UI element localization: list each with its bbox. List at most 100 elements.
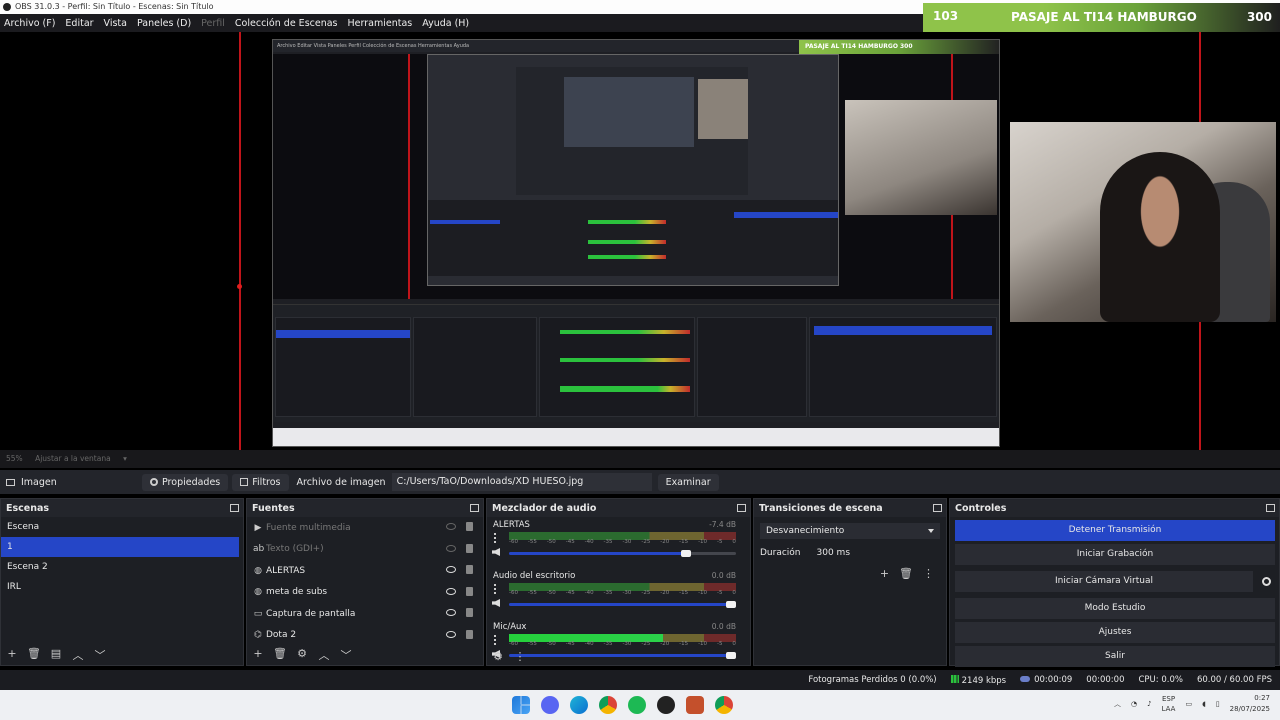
menu-dots-icon[interactable]: ⋮ [513,650,527,663]
obs-logo-icon [3,3,11,11]
move-down-icon[interactable]: ﹀ [339,647,353,663]
scene-item-selected[interactable]: 1 [1,537,239,557]
chevron-down-icon[interactable]: ▾ [123,454,127,463]
lock-icon[interactable] [466,565,473,574]
eye-icon[interactable] [446,609,456,616]
undock-icon[interactable] [230,504,239,512]
volume-slider[interactable] [509,601,736,608]
channel-menu-icon[interactable] [494,533,497,543]
scene-item[interactable]: Escena 2 [1,557,243,577]
mic-icon[interactable]: ♪ [1147,700,1151,708]
undock-icon[interactable] [737,504,746,512]
window-title: OBS 31.0.3 - Perfil: Sin Título - Escena… [15,2,214,11]
filter-icon[interactable]: ▤ [49,647,63,663]
slider-knob[interactable] [726,601,736,608]
menu-editar[interactable]: Editar [65,18,93,29]
scene-item[interactable]: Escena [1,517,243,537]
menu-herramientas[interactable]: Herramientas [348,18,413,29]
eye-icon[interactable] [446,630,456,638]
discord-icon[interactable] [541,696,559,714]
eye-off-icon[interactable] [446,523,456,530]
speaker-icon[interactable] [492,548,500,556]
clock[interactable]: 0:27 28/07/2025 [1230,693,1270,715]
eye-icon[interactable] [446,587,456,595]
menu-paneles[interactable]: Paneles (D) [137,18,191,29]
meter-tick: -50 [546,539,556,545]
edge-icon[interactable] [570,696,588,714]
bitrate: 2149 kbps [961,675,1007,686]
scene-item[interactable]: IRL [1,577,243,597]
game-icon[interactable] [686,696,704,714]
image-path-field[interactable]: C:/Users/TaO/Downloads/XD HUESO.jpg [391,473,652,491]
lock-icon[interactable] [466,629,473,639]
chevron-up-icon[interactable]: ︿ [1114,699,1121,709]
undock-icon[interactable] [470,504,479,512]
menu-coleccion-escenas[interactable]: Colección de Escenas [235,18,338,29]
add-icon[interactable]: + [880,567,889,580]
zoom-fit-label[interactable]: Ajustar a la ventana [35,454,111,463]
chrome-icon[interactable] [715,696,733,714]
obs-taskbar-icon[interactable] [657,696,675,714]
menu-ayuda[interactable]: Ayuda (H) [422,18,469,29]
add-icon[interactable]: + [5,647,19,663]
undock-icon[interactable] [933,504,942,512]
lock-icon[interactable] [466,543,473,553]
channel-menu-icon[interactable] [494,584,497,594]
eye-icon[interactable] [446,566,456,573]
add-icon[interactable]: + [251,647,265,663]
move-up-icon[interactable]: ︿ [317,647,331,663]
menu-perfil[interactable]: Perfil [201,18,225,29]
source-item[interactable]: ⌬ Dota 2 [247,625,483,647]
source-context-bar: Imagen Propiedades Filtros Archivo de im… [0,470,1280,494]
menu-archivo[interactable]: Archivo (F) [4,18,55,29]
move-down-icon[interactable]: ﹀ [93,647,107,663]
eye-off-icon[interactable] [446,544,456,552]
browse-button[interactable]: Examinar [657,473,719,491]
nested-stop-button [814,326,992,335]
trash-icon[interactable]: 🗑 [273,647,287,663]
lock-icon[interactable] [466,522,473,531]
lock-icon[interactable] [466,608,473,617]
preview-canvas[interactable]: Archivo Editar Vista Paneles Perfil Cole… [0,32,1280,450]
source-item[interactable]: ▭ Captura de pantalla [247,603,483,625]
slider-knob[interactable] [726,652,736,659]
battery-icon[interactable]: ▯ [1216,700,1220,708]
gear-icon[interactable]: ⚙ [295,647,309,663]
volume-icon[interactable]: ◖ [1202,700,1206,708]
start-virtual-camera-button[interactable]: Iniciar Cámara Virtual [955,571,1253,592]
filters-button[interactable]: Filtros [232,473,289,491]
source-item[interactable]: ◍ meta de subs [247,582,483,604]
exit-button[interactable]: Salir [955,646,1275,667]
transition-select[interactable]: Desvanecimiento [760,523,940,539]
channel-menu-icon[interactable] [494,635,497,645]
menu-dots-icon[interactable]: ⋮ [923,567,934,580]
display-icon[interactable]: ▭ [1185,700,1192,708]
speaker-icon[interactable] [492,599,500,607]
lock-icon[interactable] [466,586,473,596]
vcam-settings-button[interactable] [1257,573,1275,591]
volume-slider[interactable] [509,652,736,659]
zoom-percent[interactable]: 55% [6,454,23,463]
advanced-audio-icon[interactable]: ⚙ [491,650,505,663]
studio-mode-button[interactable]: Modo Estudio [955,598,1275,619]
windows-start-icon[interactable] [512,696,530,714]
trash-icon[interactable]: 🗑 [899,567,913,580]
menu-vista[interactable]: Vista [104,18,127,29]
volume-slider[interactable] [509,550,736,557]
undock-icon[interactable] [1266,504,1275,512]
source-item[interactable]: ◍ ALERTAS [247,560,483,582]
settings-button[interactable]: Ajustes [955,622,1275,643]
chrome-icon[interactable] [599,696,617,714]
language-indicator[interactable]: ESP LAA [1162,694,1176,714]
source-item[interactable]: ab Texto (GDI+) [247,539,483,561]
spotify-icon[interactable] [628,696,646,714]
network-icon[interactable]: ◔ [1131,700,1137,708]
start-recording-button[interactable]: Iniciar Grabación [955,544,1275,565]
duration-input[interactable]: 300 ms [811,545,940,561]
move-up-icon[interactable]: ︿ [71,647,85,663]
stop-stream-button[interactable]: Detener Transmisión [955,520,1275,541]
trash-icon[interactable]: 🗑 [27,647,41,663]
slider-knob[interactable] [680,550,691,557]
source-item[interactable]: ▶ Fuente multimedia [247,517,483,539]
properties-button[interactable]: Propiedades [142,473,229,491]
